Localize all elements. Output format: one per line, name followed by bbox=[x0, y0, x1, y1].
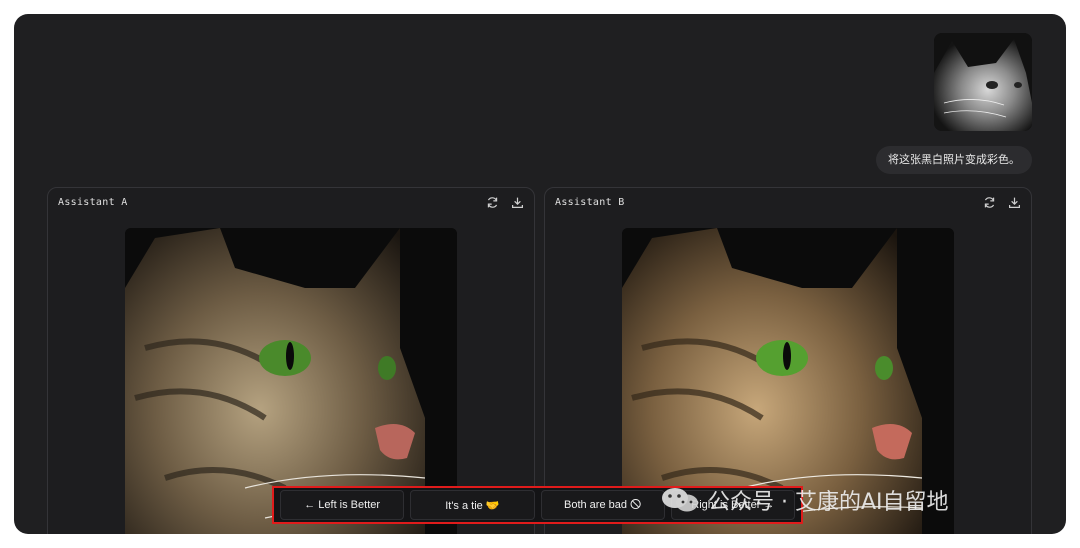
uploaded-bw-photo[interactable] bbox=[934, 33, 1032, 131]
panel-title: Assistant A bbox=[58, 197, 128, 208]
download-icon[interactable] bbox=[511, 196, 524, 209]
panel-title: Assistant B bbox=[555, 197, 625, 208]
chat-window: 将这张黑白照片变成彩色。 Assistant A Assistant B bbox=[14, 14, 1066, 534]
assistant-b-panel: Assistant B bbox=[544, 187, 1032, 534]
user-message-bubble: 将这张黑白照片变成彩色。 bbox=[876, 146, 1032, 174]
watermark: 公众号 · 艾康的AI自留地 bbox=[660, 484, 949, 516]
panel-header: Assistant B bbox=[545, 188, 1031, 218]
regenerate-icon[interactable] bbox=[983, 196, 996, 209]
regenerate-icon[interactable] bbox=[486, 196, 499, 209]
watermark-text: 公众号 · 艾康的AI自留地 bbox=[708, 490, 949, 515]
tie-button[interactable]: It's a tie 🤝 bbox=[410, 490, 535, 520]
assistant-a-panel: Assistant A bbox=[47, 187, 535, 534]
panel-header: Assistant A bbox=[48, 188, 534, 218]
wechat-logo-icon bbox=[662, 488, 698, 512]
left-is-better-button[interactable]: ← Left is Better bbox=[280, 490, 405, 520]
download-icon[interactable] bbox=[1008, 196, 1021, 209]
both-bad-button[interactable]: Both are bad 🛇 bbox=[540, 490, 665, 520]
bw-cat-image bbox=[934, 33, 1032, 131]
